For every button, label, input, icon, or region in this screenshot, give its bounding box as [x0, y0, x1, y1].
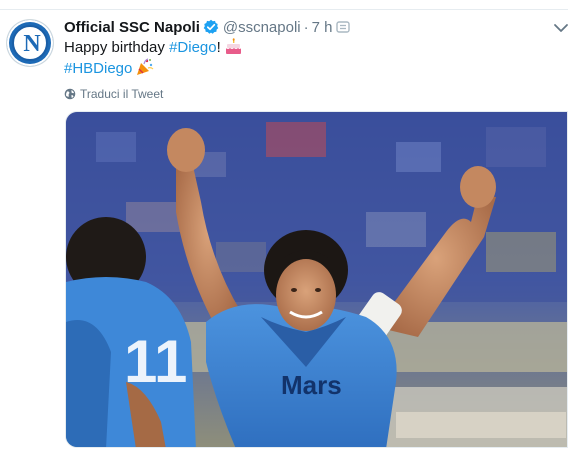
author-handle[interactable]: @sscnapoli — [223, 19, 301, 36]
translate-label: Traduci il Tweet — [80, 87, 164, 101]
avatar[interactable]: N — [7, 20, 53, 66]
translate-tweet-link[interactable]: Traduci il Tweet — [64, 86, 163, 104]
party-popper-emoji — [136, 58, 154, 82]
maradona-celebration-photo: 11 Mars — [66, 112, 567, 447]
hashtag-hbdiego[interactable]: #HBDiego — [64, 60, 132, 77]
tweet-text-line2: #HBDiego — [64, 58, 154, 82]
tweet-photo[interactable]: 11 Mars — [65, 111, 568, 448]
separator-dot: · — [303, 19, 309, 36]
birthday-cake-emoji — [225, 38, 242, 61]
author-name[interactable]: Official SSC Napoli — [64, 19, 200, 36]
tweet-header: Official SSC Napoli @sscnapoli · 7 h — [64, 18, 351, 40]
tweet-time[interactable]: 7 h — [312, 19, 333, 36]
menu-icon — [336, 20, 351, 40]
tweet-text: Happy birthday — [64, 39, 165, 56]
avatar-letter: N — [23, 31, 41, 57]
hashtag-diego[interactable]: #Diego — [169, 39, 217, 56]
globe-icon — [64, 88, 76, 104]
svg-text:11: 11 — [124, 328, 187, 395]
chevron-down-icon[interactable] — [553, 20, 568, 36]
shirt-sponsor: Mars — [281, 370, 342, 400]
separator-line — [0, 9, 568, 10]
avatar-crest: N — [12, 25, 48, 61]
tweet-text-exclamation: ! — [216, 39, 221, 56]
